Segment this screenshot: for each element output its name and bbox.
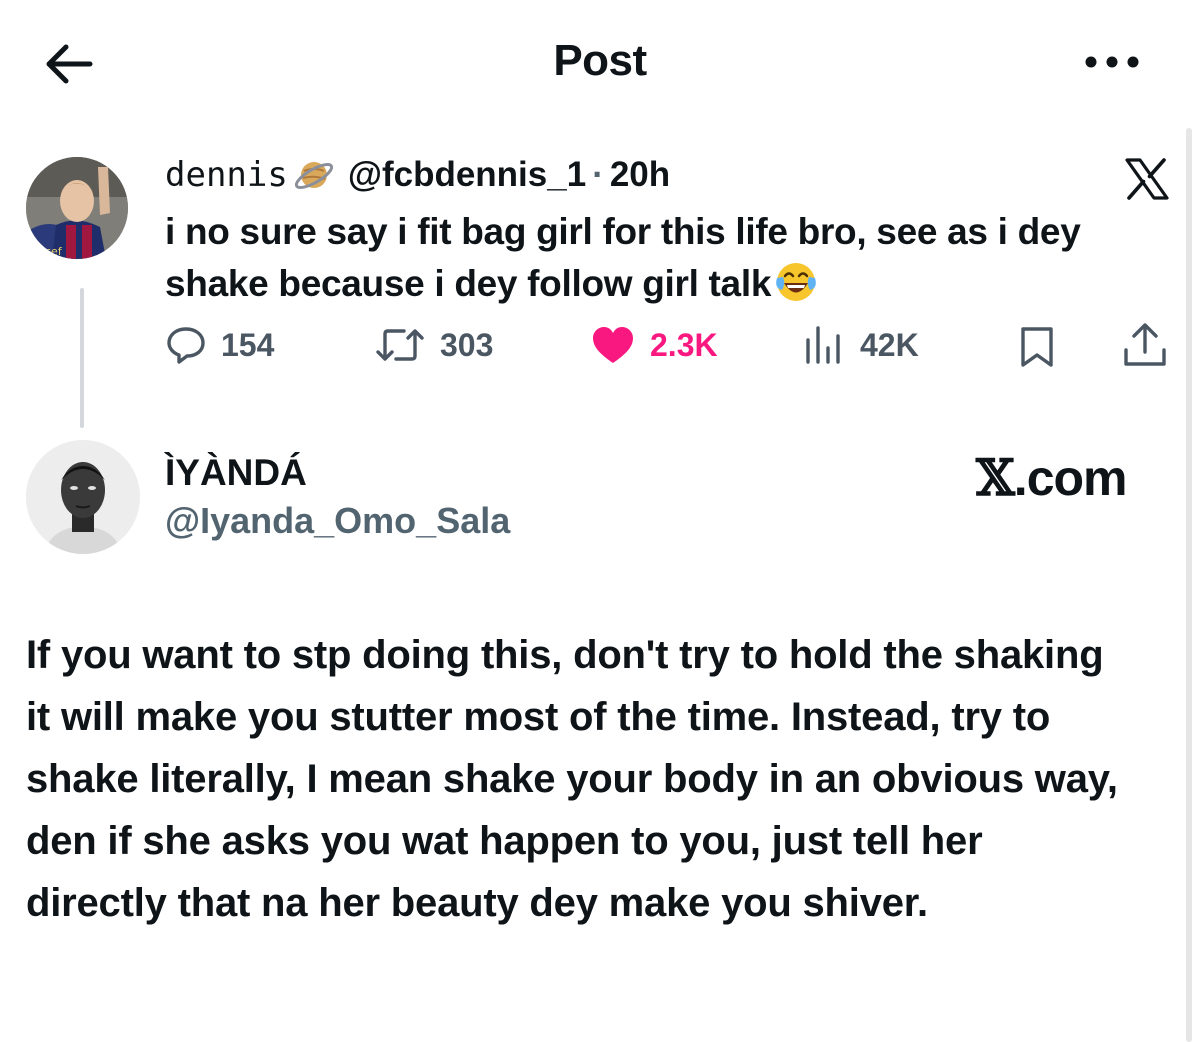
repost-icon: [376, 329, 424, 361]
parent-post-body: i no sure say i fit bag girl for this li…: [165, 211, 1081, 304]
repost-count: 303: [440, 326, 494, 363]
more-horizontal-icon: [1085, 56, 1139, 68]
like-count: 2.3K: [650, 326, 718, 363]
reply-bubble-icon: [167, 327, 205, 364]
views-count: 42K: [860, 326, 919, 363]
share-button[interactable]: [1120, 322, 1170, 368]
views-button[interactable]: 42K: [800, 320, 919, 370]
face-with-tears-of-joy-emoji-icon: [773, 258, 819, 304]
reply-button[interactable]: 154: [165, 320, 274, 370]
reply-display-name[interactable]: ÌYÀNDÁ: [165, 452, 307, 494]
svg-text:unicef: unicef: [28, 245, 63, 258]
like-button[interactable]: 2.3K: [590, 320, 718, 370]
scrollbar[interactable]: [1186, 128, 1192, 1042]
reply-post-text: If you want to stp doing this, don't try…: [26, 633, 1118, 925]
bookmark-button[interactable]: [1014, 324, 1060, 370]
avatar-iyanda[interactable]: [26, 440, 140, 554]
reply-handle[interactable]: @Iyanda_Omo_Sala: [165, 500, 510, 542]
thread-connector-line: [80, 288, 84, 428]
x-logo-icon: 𝕏: [976, 448, 1015, 507]
more-options-button[interactable]: [1080, 50, 1144, 74]
x-com-watermark: 𝕏.com: [976, 448, 1127, 507]
separator-dot: ·: [592, 155, 604, 194]
page-title: Post: [553, 36, 647, 85]
bookmark-icon: [1021, 327, 1053, 367]
share-upload-icon: [1124, 323, 1166, 366]
parent-post-text: i no sure say i fit bag girl for this li…: [165, 206, 1175, 310]
parent-timestamp[interactable]: 20h: [610, 155, 670, 195]
parent-display-name[interactable]: dennis: [165, 155, 288, 195]
repost-button[interactable]: 303: [374, 320, 493, 370]
ringed-planet-emoji-icon: [292, 153, 336, 197]
parent-handle[interactable]: @fcbdennis_1: [348, 155, 586, 195]
x-logo-icon: [1125, 158, 1169, 200]
parent-post-header: dennis @fcbdennis_1 · 20h: [165, 152, 670, 198]
analytics-bars-icon: [806, 326, 840, 364]
reply-count: 154: [221, 326, 275, 363]
watermark-domain: .com: [1013, 450, 1128, 506]
heart-filled-icon: [593, 327, 633, 363]
x-logo-button[interactable]: [1124, 158, 1170, 200]
avatar-dennis[interactable]: unicef: [26, 157, 128, 259]
